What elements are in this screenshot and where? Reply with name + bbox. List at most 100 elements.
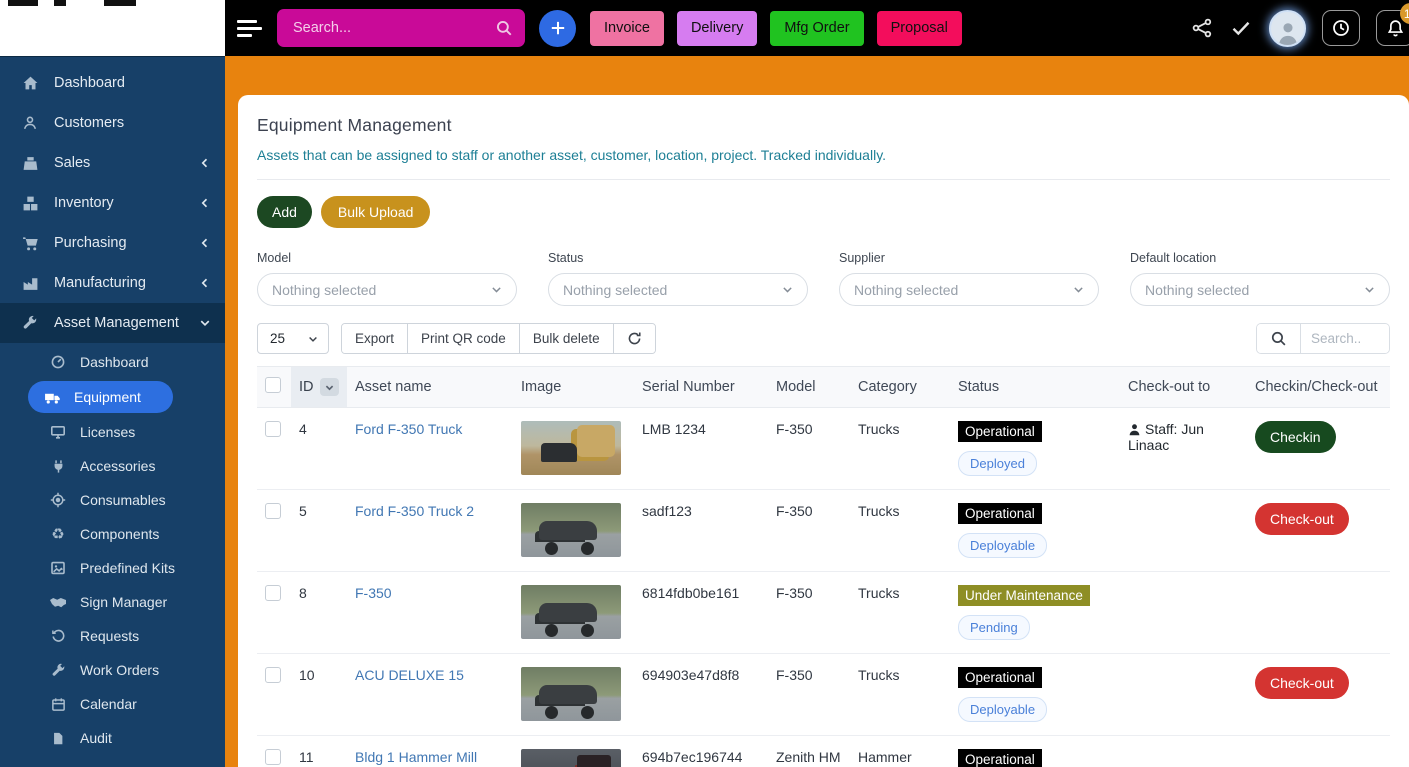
- share-icon[interactable]: [1191, 17, 1213, 39]
- column-header-image[interactable]: Image: [513, 366, 634, 408]
- cell-id: 4: [291, 407, 347, 490]
- clock-icon[interactable]: [1322, 10, 1360, 46]
- substatus-badge: Deployable: [958, 697, 1048, 722]
- plus-icon: [551, 21, 564, 35]
- add-button[interactable]: Add: [257, 196, 312, 228]
- sidebar-item-work-orders[interactable]: Work Orders: [0, 653, 225, 687]
- column-header-asset-name[interactable]: Asset name: [347, 366, 513, 408]
- sidebar-item-sales[interactable]: Sales: [0, 143, 225, 183]
- history-icon: [48, 629, 68, 644]
- sidebar-item-manufacturing[interactable]: Manufacturing: [0, 263, 225, 303]
- checkin-button[interactable]: Checkin: [1255, 421, 1336, 453]
- cell-category: Trucks: [850, 489, 950, 572]
- print-qr-button[interactable]: Print QR code: [408, 324, 520, 353]
- sidebar-item-licenses[interactable]: Licenses: [0, 415, 225, 449]
- avatar[interactable]: [1269, 9, 1306, 47]
- cash-register-icon: [20, 155, 40, 172]
- sidebar-item-label: Consumables: [80, 492, 166, 508]
- column-header-checkin-checkout[interactable]: Checkin/Check-out: [1247, 366, 1390, 408]
- column-header-checkout-to[interactable]: Check-out to: [1120, 366, 1247, 408]
- asset-thumbnail[interactable]: [521, 667, 621, 721]
- column-header-model[interactable]: Model: [768, 366, 850, 408]
- export-button[interactable]: Export: [342, 324, 409, 353]
- table-search-input[interactable]: [1301, 324, 1389, 353]
- row-checkbox[interactable]: [265, 503, 281, 519]
- handshake-icon: [48, 595, 68, 610]
- calendar-icon: [48, 697, 68, 712]
- asset-name-link[interactable]: Bldg 1 Hammer Mill: [355, 749, 477, 765]
- table-search-button[interactable]: [1257, 324, 1301, 353]
- quick-add-button[interactable]: [539, 9, 576, 47]
- asset-name-link[interactable]: F-350: [355, 585, 392, 601]
- column-header-category[interactable]: Category: [850, 366, 950, 408]
- column-label: ID: [299, 379, 314, 395]
- asset-name-link[interactable]: Ford F-350 Truck: [355, 421, 462, 437]
- sidebar-item-equipment[interactable]: Equipment: [28, 381, 173, 413]
- asset-name-link[interactable]: Ford F-350 Truck 2: [355, 503, 474, 519]
- sidebar-item-purchasing[interactable]: Purchasing: [0, 223, 225, 263]
- sidebar-item-asset-dashboard[interactable]: Dashboard: [0, 345, 225, 379]
- sidebar-item-dashboard[interactable]: Dashboard: [0, 63, 225, 103]
- column-header-serial[interactable]: Serial Number: [634, 366, 768, 408]
- filter-model: Model Nothing selected: [257, 251, 517, 306]
- sidebar-item-accessories[interactable]: Accessories: [0, 449, 225, 483]
- row-checkbox[interactable]: [265, 421, 281, 437]
- checkout-button[interactable]: Check-out: [1255, 667, 1349, 699]
- sidebar-item-label: Work Orders: [80, 662, 160, 678]
- menu-icon[interactable]: [237, 16, 267, 40]
- row-checkbox[interactable]: [265, 585, 281, 601]
- sidebar-item-inventory[interactable]: Inventory: [0, 183, 225, 223]
- filter-row: Model Nothing selected Status Nothing se…: [257, 251, 1390, 306]
- global-search-input[interactable]: [293, 20, 495, 36]
- supplier-select[interactable]: Nothing selected: [839, 273, 1099, 306]
- sidebar-item-predefined-kits[interactable]: Predefined Kits: [0, 551, 225, 585]
- invoice-button[interactable]: Invoice: [590, 10, 664, 46]
- checkout-button[interactable]: Check-out: [1255, 503, 1349, 535]
- check-icon[interactable]: [1229, 16, 1253, 40]
- cell-id: 5: [291, 489, 347, 572]
- action-buttons: Add Bulk Upload: [257, 196, 1390, 228]
- sidebar-item-requests[interactable]: Requests: [0, 619, 225, 653]
- sidebar-item-customers[interactable]: Customers: [0, 103, 225, 143]
- status-select[interactable]: Nothing selected: [548, 273, 808, 306]
- proposal-button[interactable]: Proposal: [876, 10, 962, 46]
- sidebar-item-asset-management[interactable]: Asset Management: [0, 303, 225, 343]
- cell-category: Trucks: [850, 571, 950, 654]
- sidebar-item-consumables[interactable]: Consumables: [0, 483, 225, 517]
- column-header-status[interactable]: Status: [950, 366, 1120, 408]
- sidebar-item-label: Inventory: [54, 195, 114, 211]
- column-header-id[interactable]: ID: [291, 366, 347, 408]
- default-location-select[interactable]: Nothing selected: [1130, 273, 1390, 306]
- refresh-button[interactable]: [613, 324, 655, 353]
- substatus-badge: Deployable: [958, 533, 1048, 558]
- asset-thumbnail[interactable]: [521, 421, 621, 475]
- cell-model: F-350: [768, 407, 850, 490]
- asset-thumbnail[interactable]: [521, 749, 621, 767]
- row-checkbox[interactable]: [265, 667, 281, 683]
- sidebar-item-calendar[interactable]: Calendar: [0, 687, 225, 721]
- row-checkbox[interactable]: [265, 749, 281, 765]
- asset-thumbnail[interactable]: [521, 503, 621, 557]
- table-row: 8 F-350 6814fdb0be161 F-350 Trucks Under…: [257, 571, 1390, 654]
- asset-thumbnail[interactable]: [521, 585, 621, 639]
- sort-icon[interactable]: [319, 378, 339, 396]
- sidebar-item-label: Predefined Kits: [80, 560, 175, 576]
- chevron-down-icon: [309, 336, 317, 342]
- model-select[interactable]: Nothing selected: [257, 273, 517, 306]
- filter-label: Supplier: [839, 251, 885, 265]
- mfg-order-button[interactable]: Mfg Order: [770, 10, 864, 46]
- table-row: 10 ACU DELUXE 15 694903e47d8f8 F-350 Tru…: [257, 653, 1390, 736]
- delivery-button[interactable]: Delivery: [676, 10, 758, 46]
- table-row: 5 Ford F-350 Truck 2 sadf123 F-350 Truck…: [257, 489, 1390, 572]
- notifications-button[interactable]: 13: [1376, 3, 1409, 46]
- asset-name-link[interactable]: ACU DELUXE 15: [355, 667, 464, 683]
- sidebar-item-audit[interactable]: Audit: [0, 721, 225, 755]
- select-all-checkbox[interactable]: [265, 377, 281, 393]
- bulk-upload-button[interactable]: Bulk Upload: [320, 196, 431, 228]
- asset-management-submenu: Dashboard Equipment Licenses Accessories…: [0, 343, 225, 755]
- sidebar-item-sign-manager[interactable]: Sign Manager: [0, 585, 225, 619]
- table-header-row: ID Asset name Image Serial Number Model …: [257, 366, 1390, 408]
- page-size-select[interactable]: 25: [257, 323, 329, 354]
- sidebar-item-components[interactable]: ♻ Components: [0, 517, 225, 551]
- bulk-delete-button[interactable]: Bulk delete: [519, 324, 614, 353]
